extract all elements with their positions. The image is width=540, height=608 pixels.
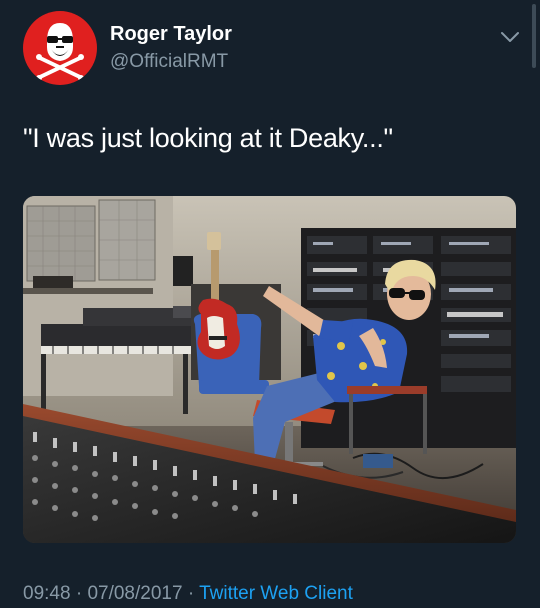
tweet-date[interactable]: 07/08/2017 [87,583,182,604]
tweet-text: "I was just looking at it Deaky..." [23,123,393,153]
scrollbar[interactable] [532,4,536,68]
separator: · [75,583,83,604]
tweet-photo[interactable] [23,196,516,543]
avatar[interactable] [23,11,97,85]
tweet-source-link[interactable]: Twitter Web Client [199,583,353,604]
display-name[interactable]: Roger Taylor [110,22,232,46]
skull-crossbones-icon [36,23,84,81]
separator: · [187,583,195,604]
chevron-down-icon[interactable] [498,26,522,48]
user-handle[interactable]: @OfficialRMT [110,51,228,73]
tweet-metadata: 09:48 · 07/08/2017 · Twitter Web Client [23,582,353,606]
studio-photo-image [23,196,516,543]
tweet-time[interactable]: 09:48 [23,583,71,604]
